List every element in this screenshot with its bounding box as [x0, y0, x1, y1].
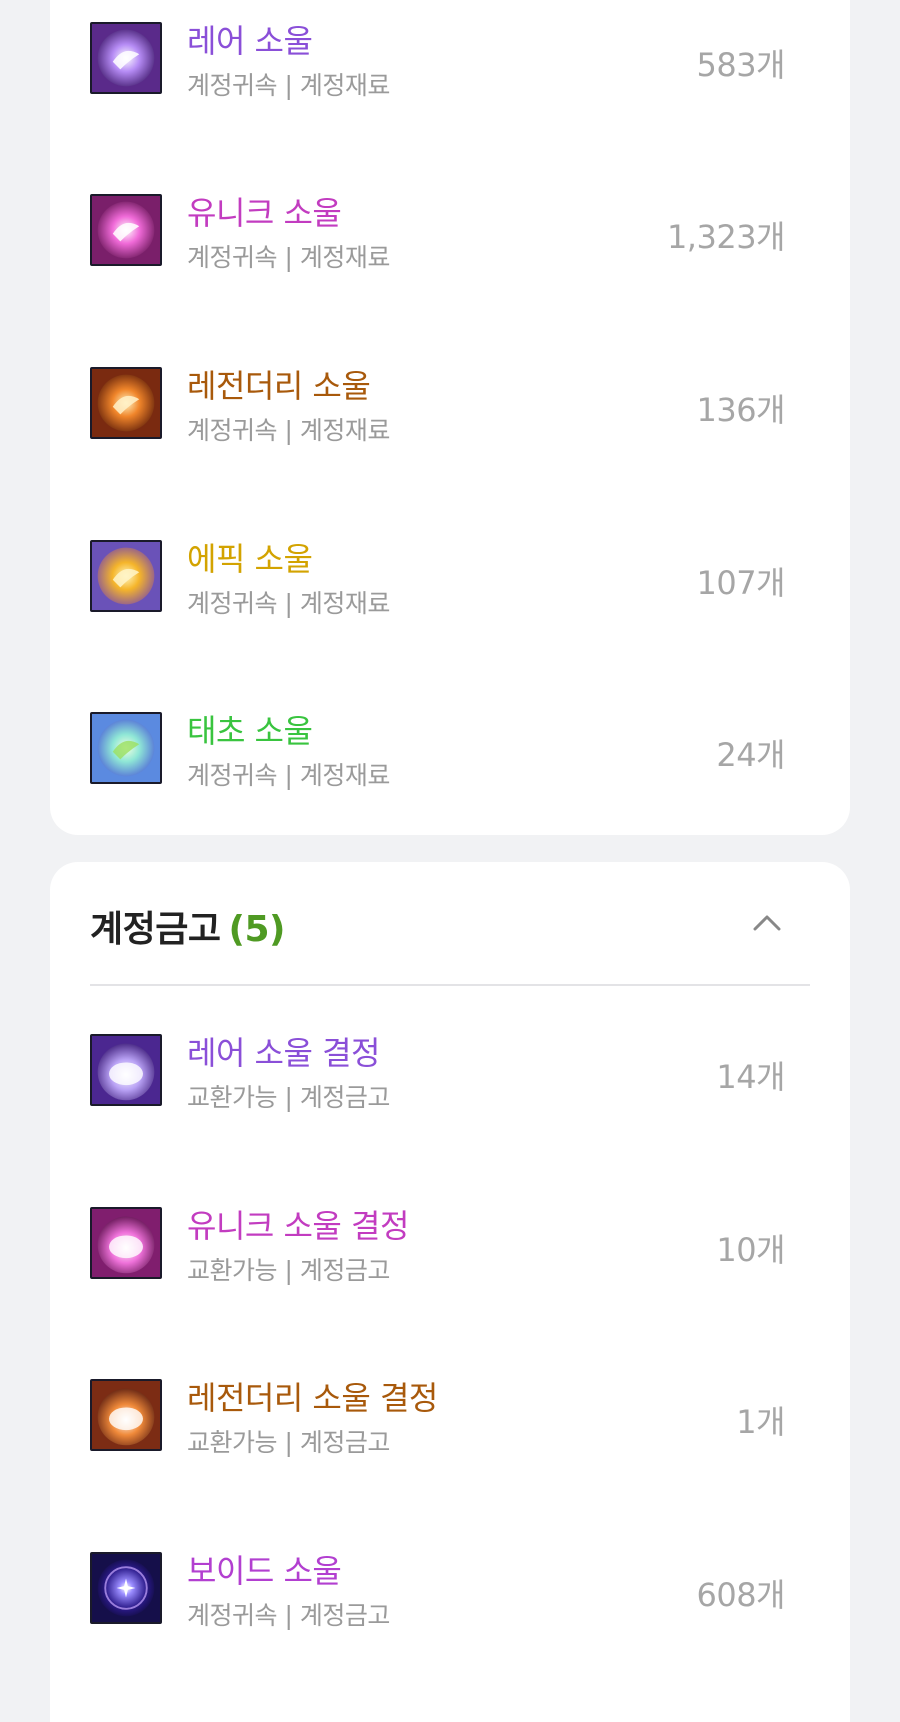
item-name: 태초 소울 — [187, 712, 313, 750]
item-name: 레어 소울 결정 — [187, 1034, 380, 1072]
list-item-rare-soul-crystal[interactable]: 레어 소울 결정 교환가능 | 계정금고 14개 — [90, 1034, 785, 1114]
item-attributes: 계정귀속 | 계정재료 — [187, 416, 390, 445]
item-attributes: 교환가능 | 계정금고 — [187, 1083, 390, 1112]
chevron-up-icon[interactable] — [752, 908, 782, 938]
item-attributes: 계정귀속 | 계정재료 — [187, 243, 390, 272]
list-item-rare-soul[interactable]: 레어 소울 계정귀속 | 계정재료 583개 — [90, 22, 785, 102]
item-attributes: 교환가능 | 계정금고 — [187, 1428, 390, 1457]
item-name: 보이드 소울 — [187, 1552, 342, 1590]
list-item-primal-soul[interactable]: 태초 소울 계정귀속 | 계정재료 24개 — [90, 712, 785, 792]
list-item-legendary-soul[interactable]: 레전더리 소울 계정귀속 | 계정재료 136개 — [90, 367, 785, 447]
section-title-label: 계정금고 — [90, 909, 221, 950]
item-name: 레어 소울 — [187, 22, 313, 60]
item-count: 10개 — [716, 1231, 785, 1269]
primal-soul-icon — [90, 712, 162, 784]
item-name: 에픽 소울 — [187, 540, 313, 578]
account-vault-card: 계정금고 (5) 레어 소울 결정 교환가능 | 계정금고 14개 유니크 소울… — [50, 862, 850, 1722]
rare-soul-crystal-icon — [90, 1034, 162, 1106]
section-title: 계정금고 (5) — [90, 900, 285, 952]
item-count: 107개 — [696, 564, 785, 602]
item-count: 608개 — [696, 1576, 785, 1614]
item-attributes: 계정귀속 | 계정재료 — [187, 761, 390, 790]
section-item-count: (5) — [228, 909, 285, 950]
item-name: 레전더리 소울 — [187, 367, 371, 405]
void-soul-icon — [90, 1552, 162, 1624]
unique-soul-crystal-icon — [90, 1207, 162, 1279]
epic-soul-icon — [90, 540, 162, 612]
item-attributes: 계정귀속 | 계정재료 — [187, 589, 390, 618]
list-item-epic-soul[interactable]: 에픽 소울 계정귀속 | 계정재료 107개 — [90, 540, 785, 620]
list-item-unique-soul[interactable]: 유니크 소울 계정귀속 | 계정재료 1,323개 — [90, 194, 786, 274]
item-attributes: 계정귀속 | 계정재료 — [187, 71, 390, 100]
legendary-soul-icon — [90, 367, 162, 439]
unique-soul-icon — [90, 194, 162, 266]
item-count: 1개 — [736, 1403, 785, 1441]
item-count: 24개 — [716, 736, 785, 774]
list-item-unique-soul-crystal[interactable]: 유니크 소울 결정 교환가능 | 계정금고 10개 — [90, 1207, 785, 1287]
item-count: 1,323개 — [666, 218, 786, 256]
list-item-void-soul[interactable]: 보이드 소울 계정귀속 | 계정금고 608개 — [90, 1552, 785, 1632]
account-materials-card: 레어 소울 계정귀속 | 계정재료 583개 유니크 소울 계정귀속 | 계정재… — [50, 0, 850, 835]
legendary-soul-crystal-icon — [90, 1379, 162, 1451]
item-attributes: 계정귀속 | 계정금고 — [187, 1601, 390, 1630]
list-item-legendary-soul-crystal[interactable]: 레전더리 소울 결정 교환가능 | 계정금고 1개 — [90, 1379, 785, 1459]
rare-soul-icon — [90, 22, 162, 94]
account-vault-header[interactable]: 계정금고 (5) — [90, 862, 810, 986]
item-count: 14개 — [716, 1058, 785, 1096]
item-name: 레전더리 소울 결정 — [187, 1379, 438, 1417]
item-attributes: 교환가능 | 계정금고 — [187, 1256, 390, 1285]
item-name: 유니크 소울 — [187, 194, 342, 232]
item-count: 583개 — [696, 46, 785, 84]
item-name: 유니크 소울 결정 — [187, 1207, 409, 1245]
item-count: 136개 — [696, 391, 785, 429]
